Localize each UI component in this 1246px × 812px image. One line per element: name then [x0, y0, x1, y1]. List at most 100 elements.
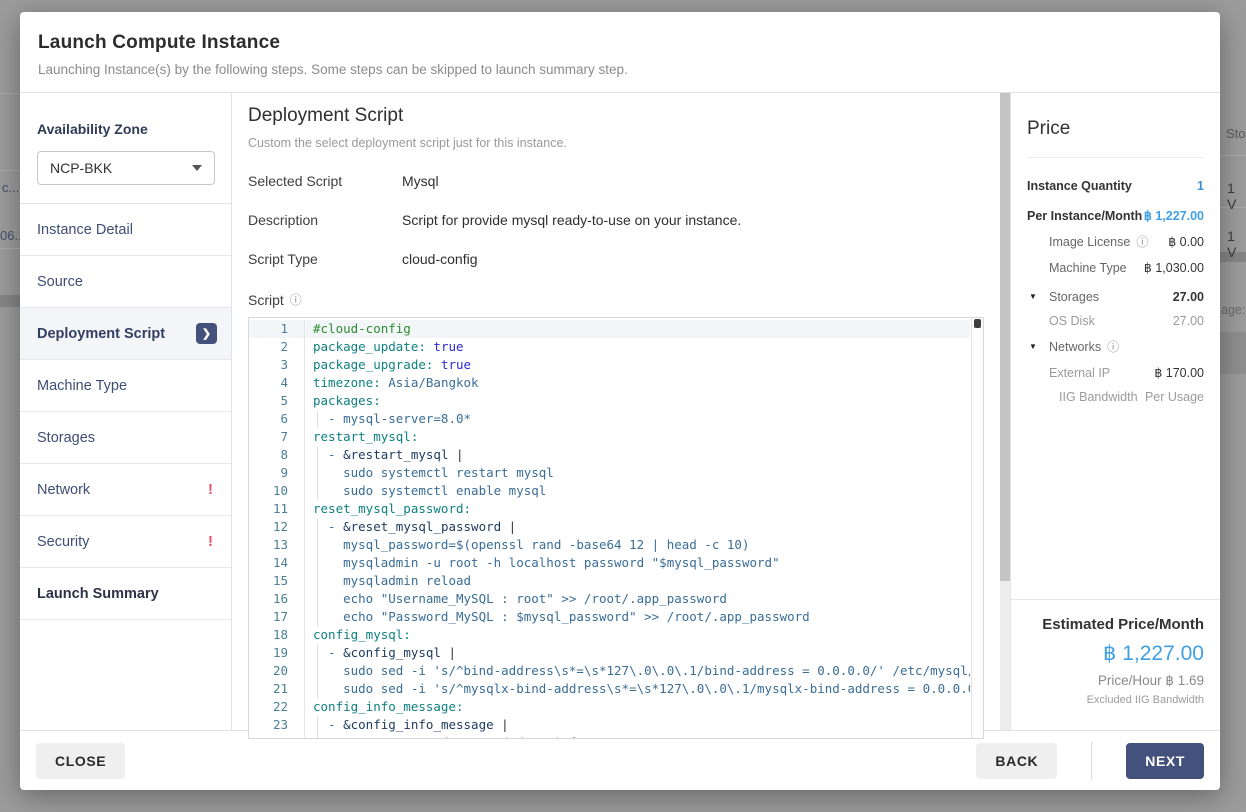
- sidebar-item-security[interactable]: Security!: [20, 516, 231, 568]
- dialog-header: Launch Compute Instance Launching Instan…: [20, 12, 1220, 92]
- line-number: 23: [249, 716, 305, 734]
- price-note: Excluded IIG Bandwidth: [1027, 694, 1204, 706]
- sidebar-item-launch-summary[interactable]: Launch Summary: [20, 568, 231, 620]
- line-number: 22: [249, 698, 305, 716]
- main-scrollbar[interactable]: [1000, 93, 1010, 730]
- code-text: cat >>/etc/update-motd.d/99-info-message…: [305, 734, 970, 739]
- code-line: 8 - &restart_mysql |: [249, 446, 970, 464]
- sidebar-item-instance-detail[interactable]: Instance Detail: [20, 204, 231, 256]
- backdrop-band: [0, 295, 20, 307]
- back-button[interactable]: BACK: [976, 743, 1057, 779]
- line-number: 14: [249, 554, 305, 572]
- sidebar-item-label: Storages: [37, 430, 95, 446]
- price-row: External IP฿ 170.00: [1027, 365, 1204, 380]
- price-row-value: ฿ 1,227.00: [1144, 208, 1204, 223]
- sidebar-item-machine-type[interactable]: Machine Type: [20, 360, 231, 412]
- field-label: Script Type: [248, 251, 402, 267]
- indent-guide: [317, 734, 318, 739]
- price-row-value: 1: [1197, 179, 1204, 193]
- availability-zone-select[interactable]: NCP-BKK: [37, 151, 215, 185]
- info-icon[interactable]: ⓘ: [1136, 233, 1148, 250]
- price-rows: Instance Quantity1Per Instance/Month฿ 1,…: [1027, 179, 1204, 414]
- code-text: - &restart_mysql |: [305, 446, 970, 464]
- sidebar-item-network[interactable]: Network!: [20, 464, 231, 516]
- code-line: 18config_mysql:: [249, 626, 970, 644]
- line-number: 19: [249, 644, 305, 662]
- sidebar-item-storages[interactable]: Storages: [20, 412, 231, 464]
- backdrop-line: [0, 93, 20, 94]
- indent-guide: [317, 662, 318, 680]
- price-row: Machine Type฿ 1,030.00: [1027, 260, 1204, 275]
- code-line: 13 mysql_password=$(openssl rand -base64…: [249, 536, 970, 554]
- backdrop-band: [1220, 332, 1246, 374]
- code-text: timezone: Asia/Bangkok: [305, 374, 970, 392]
- code-scrollbar-thumb[interactable]: [974, 319, 981, 328]
- sidebar-item-label: Security: [37, 534, 89, 550]
- script-code-editor[interactable]: 1#cloud-config2package_update: true3pack…: [248, 317, 984, 739]
- code-text: - &reset_mysql_password |: [305, 518, 970, 536]
- availability-zone-value: NCP-BKK: [50, 160, 112, 176]
- deployment-script-panel: Deployment Script Custom the select depl…: [232, 93, 1010, 730]
- price-row: Image Licenseⓘ฿ 0.00: [1027, 233, 1204, 250]
- price-row-label: Networksⓘ: [1027, 338, 1119, 355]
- indent-guide: [317, 680, 318, 698]
- line-number: 5: [249, 392, 305, 410]
- sidebar-item-source[interactable]: Source: [20, 256, 231, 308]
- script-label: Script: [248, 292, 284, 308]
- dialog-footer: CLOSE BACK NEXT: [20, 730, 1220, 790]
- line-number: 7: [249, 428, 305, 446]
- code-line: 11reset_mysql_password:: [249, 500, 970, 518]
- sidebar-item-label: Network: [37, 482, 90, 498]
- price-row: Instance Quantity1: [1027, 179, 1204, 193]
- sidebar-item-deployment-script[interactable]: Deployment Script❯: [20, 308, 231, 360]
- section-description: Custom the select deployment script just…: [248, 136, 984, 150]
- line-number: 13: [249, 536, 305, 554]
- indent-guide: [317, 554, 318, 572]
- code-text: sudo systemctl enable mysql: [305, 482, 970, 500]
- price-per-hour: Price/Hour ฿ 1.69: [1027, 673, 1204, 689]
- collapse-caret-icon[interactable]: ▼: [1029, 292, 1037, 301]
- code-text: restart_mysql:: [305, 428, 970, 446]
- backdrop-fragment: 1 V: [1227, 228, 1246, 260]
- line-number: 10: [249, 482, 305, 500]
- code-line: 6 - mysql-server=8.0*: [249, 410, 970, 428]
- launch-compute-instance-dialog: Launch Compute Instance Launching Instan…: [20, 12, 1220, 790]
- line-number: 16: [249, 590, 305, 608]
- price-row: ▼Storages27.00: [1027, 290, 1204, 304]
- price-row-value: Per Usage: [1145, 390, 1204, 404]
- code-text: package_update: true: [305, 338, 970, 356]
- price-row-label: Storages: [1027, 290, 1099, 304]
- indent-guide: [317, 572, 318, 590]
- info-icon[interactable]: ⓘ: [290, 291, 302, 308]
- line-number: 21: [249, 680, 305, 698]
- warning-icon: !: [208, 533, 213, 550]
- price-row-label: OS Disk: [1027, 314, 1095, 328]
- indent-guide: [317, 482, 318, 500]
- main-scrollbar-thumb[interactable]: [1000, 93, 1010, 581]
- line-number: 12: [249, 518, 305, 536]
- line-number: 20: [249, 662, 305, 680]
- code-scrollbar[interactable]: [971, 318, 983, 738]
- price-row-label: Image Licenseⓘ: [1027, 233, 1148, 250]
- collapse-caret-icon[interactable]: ▼: [1029, 342, 1037, 351]
- code-line: 1#cloud-config: [249, 320, 970, 338]
- estimated-price-label: Estimated Price/Month: [1027, 616, 1204, 633]
- code-line: 15 mysqladmin reload: [249, 572, 970, 590]
- estimated-price-value: ฿ 1,227.00: [1027, 641, 1204, 666]
- indent-guide: [317, 716, 318, 734]
- indent-guide: [317, 410, 318, 428]
- next-button[interactable]: NEXT: [1126, 743, 1204, 779]
- price-row: IIG BandwidthPer Usage: [1027, 390, 1204, 404]
- indent-guide: [317, 464, 318, 482]
- price-panel: Price Instance Quantity1Per Instance/Mon…: [1010, 93, 1220, 730]
- dialog-title: Launch Compute Instance: [38, 32, 1202, 54]
- info-icon[interactable]: ⓘ: [1107, 338, 1119, 355]
- code-text: mysql_password=$(openssl rand -base64 12…: [305, 536, 970, 554]
- sidebar-item-label: Source: [37, 274, 83, 290]
- sidebar-item-label: Launch Summary: [37, 586, 159, 602]
- chevron-right-icon: ❯: [196, 323, 217, 344]
- line-number: 1: [249, 320, 305, 338]
- code-text: sudo sed -i 's/^mysqlx-bind-address\s*=\…: [305, 680, 970, 698]
- dialog-subtitle: Launching Instance(s) by the following s…: [38, 62, 1202, 77]
- close-button[interactable]: CLOSE: [36, 743, 125, 779]
